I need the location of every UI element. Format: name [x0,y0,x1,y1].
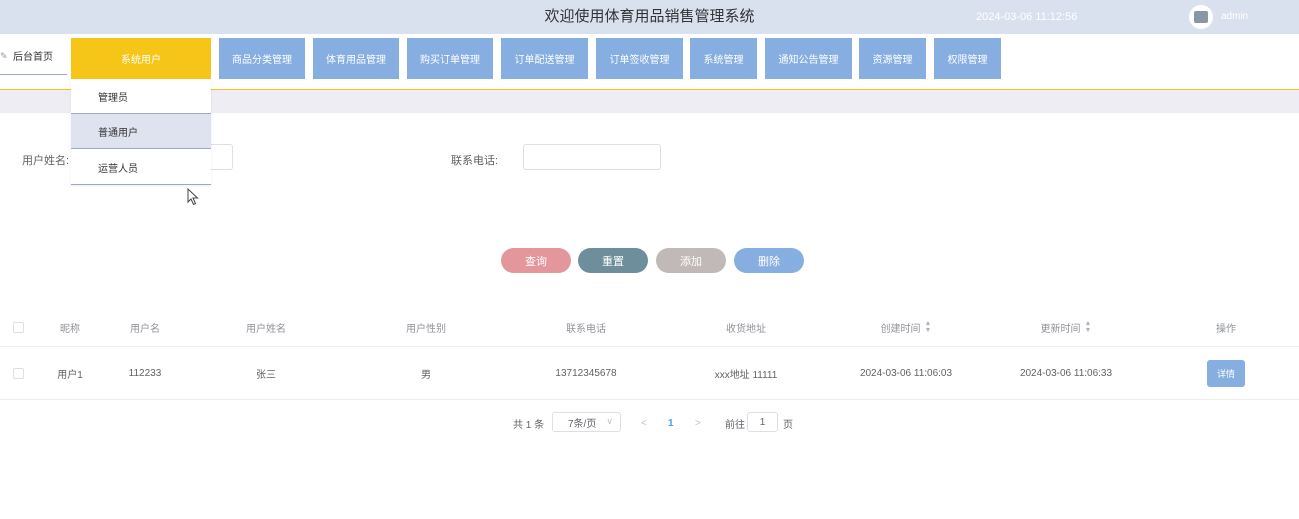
nav-category-manage[interactable]: 商品分类管理 [219,38,305,79]
pagination-total: 共 1 条 [513,419,545,431]
prev-page-button[interactable]: < [641,412,647,434]
reset-button[interactable]: 重置 [578,248,648,273]
detail-button[interactable]: 详情 [1207,359,1245,387]
nav-resource-manage[interactable]: 资源管理 [859,38,926,79]
cell-created: 2024-03-06 11:06:03 [859,367,953,379]
row-checkbox-cell[interactable] [6,347,30,399]
row-checkbox[interactable] [12,367,24,379]
goto-label: 前往 [725,419,745,431]
current-page[interactable]: 1 [668,412,674,434]
next-page-button[interactable]: > [695,412,701,434]
page-size-select[interactable]: 7条/页 ∨ [552,412,621,432]
page-suffix: 页 [783,419,793,431]
col-updated[interactable]: 更新时间 ▲ ▼ [1006,308,1126,346]
col-address: 收货地址 [726,323,766,335]
cell-operation: 详情 [1186,347,1266,399]
cell-nickname: 用户1 [57,369,83,381]
home-label: 后台首页 [13,52,53,63]
query-button[interactable]: 查询 [501,248,571,273]
col-operation: 操作 [1216,323,1236,335]
cell-realname: 张三 [256,369,276,381]
system-users-dropdown: 管理员 普通用户 运营人员 [71,79,211,185]
col-phone: 联系电话 [566,323,606,335]
name-label: 用户姓名: [22,155,70,167]
col-username: 用户名 [130,323,160,335]
username-label[interactable]: admin [1221,0,1248,34]
home-link[interactable]: ✎ 后台首页 [0,38,67,75]
dropdown-item-admin[interactable]: 管理员 [71,79,211,114]
image-icon [1194,11,1208,23]
nav-system-manage[interactable]: 系统管理 [690,38,757,79]
delete-button[interactable]: 删除 [734,248,804,273]
col-created-label: 创建时间 [880,323,921,335]
goto-page-input[interactable]: 1 [747,412,778,432]
phone-input[interactable] [523,144,661,170]
table-row: 用户1 112233 张三 男 13712345678 xxx地址 11111 … [0,347,1299,400]
select-all-checkbox[interactable] [12,321,24,333]
nav-permission-manage[interactable]: 权限管理 [934,38,1001,79]
nav-product-manage[interactable]: 体育用品管理 [313,38,399,79]
sort-icon[interactable]: ▲ ▼ [1085,320,1092,334]
select-all-checkbox-cell[interactable] [6,308,30,346]
avatar[interactable] [1189,5,1213,29]
col-nickname: 昵称 [60,323,80,335]
nav-notice-manage[interactable]: 通知公告管理 [765,38,852,79]
cell-updated: 2024-03-06 11:06:33 [1019,367,1113,379]
chevron-down-icon: ∨ [606,416,613,426]
col-updated-label: 更新时间 [1040,323,1081,335]
cell-username: 112233 [128,367,162,379]
nav-signed-orders[interactable]: 订单签收管理 [596,38,683,79]
nav-delivery-orders[interactable]: 订单配送管理 [501,38,588,79]
page-title: 欢迎使用体育用品销售管理系统 [544,8,755,25]
sort-icon[interactable]: ▲ ▼ [925,320,932,334]
col-realname: 用户姓名 [246,323,286,335]
col-created[interactable]: 创建时间 ▲ ▼ [846,308,966,346]
top-header: 欢迎使用体育用品销售管理系统 2024-03-06 11:12:56 admin [0,0,1299,34]
cell-phone: 13712345678 [555,367,617,379]
cell-address: xxx地址 11111 [714,369,778,381]
phone-label: 联系电话: [451,155,499,167]
cell-gender: 男 [421,369,431,381]
table-header: 昵称 用户名 用户姓名 用户性别 联系电话 收货地址 创建时间 ▲ ▼ 更新时间 … [0,308,1299,347]
edit-icon: ✎ [0,51,8,61]
dropdown-item-operator[interactable]: 运营人员 [71,150,211,185]
mouse-cursor-icon [187,188,199,206]
nav-system-users[interactable]: 系统用户 [71,38,211,79]
page-size-value: 7条/页 [568,418,597,430]
nav-purchase-orders[interactable]: 购买订单管理 [407,38,493,79]
col-gender: 用户性别 [406,323,446,335]
current-datetime: 2024-03-06 11:12:56 [976,11,1078,23]
dropdown-item-normal-user[interactable]: 普通用户 [71,114,211,149]
add-button[interactable]: 添加 [656,248,726,273]
